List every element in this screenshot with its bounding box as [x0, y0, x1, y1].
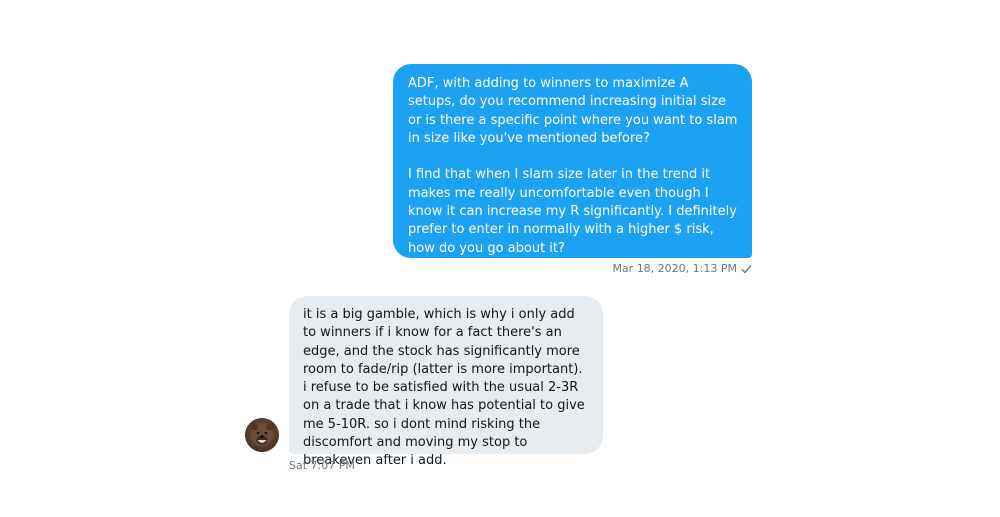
sent-message-bubble[interactable]: ADF, with adding to winners to maximize … [393, 64, 752, 258]
received-message-timestamp: Sat 7:07 PM [289, 459, 355, 472]
dm-conversation: ADF, with adding to winners to maximize … [0, 0, 1000, 517]
checkmark-icon [741, 264, 752, 277]
sent-message-meta: Mar 18, 2020, 1:13 PM [612, 262, 752, 277]
sent-message-timestamp: Mar 18, 2020, 1:13 PM [612, 262, 737, 275]
bear-avatar-icon[interactable] [245, 418, 279, 452]
received-message-bubble[interactable]: it is a big gamble, which is why i only … [289, 296, 603, 468]
